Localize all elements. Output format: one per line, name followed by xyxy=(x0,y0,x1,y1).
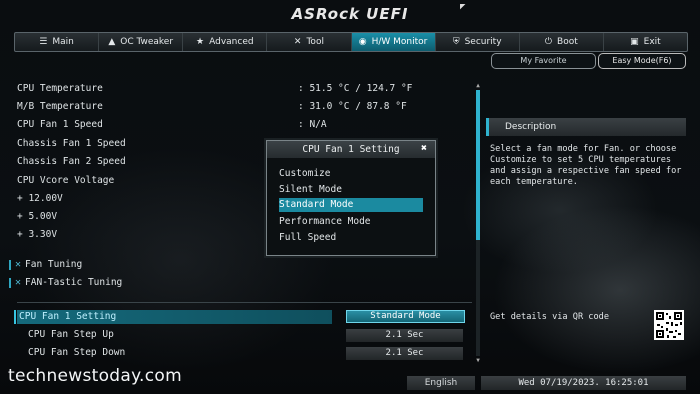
cpu-fan-step-up-label[interactable]: CPU Fan Step Up xyxy=(28,328,114,342)
top-menu-bar: ☰ Main ▲ OC Tweaker ★ Advanced ✕ Tool ◉ … xyxy=(14,32,688,52)
qr-code-icon xyxy=(654,310,684,340)
tab-label: Main xyxy=(52,37,74,47)
tab-hw-monitor[interactable]: ◉ H/W Monitor xyxy=(351,33,436,51)
description-header: Description xyxy=(486,118,686,136)
tab-oc-tweaker[interactable]: ▲ OC Tweaker xyxy=(99,33,184,51)
tab-exit[interactable]: ▣ Exit xyxy=(604,33,687,51)
mb-temperature-label: M/B Temperature xyxy=(17,101,103,112)
popup-title: CPU Fan 1 Setting xyxy=(267,141,435,158)
close-icon[interactable]: ✖ xyxy=(418,143,430,155)
cpu-fan-step-up-value[interactable]: 2.1 Sec xyxy=(346,329,463,342)
tab-boot[interactable]: ⏻ Boot xyxy=(520,33,604,51)
tab-label: Tool xyxy=(306,37,324,47)
fan-tastic-tuning-label: FAN-Tastic Tuning xyxy=(25,277,123,288)
cpu-fan-1-speed-label: CPU Fan 1 Speed xyxy=(17,119,103,130)
voltage-3v3-label: + 3.30V xyxy=(17,229,58,240)
scrollbar[interactable]: ▲ ▼ xyxy=(474,82,482,364)
datetime-display: Wed 07/19/2023. 16:25:01 xyxy=(481,376,686,390)
easy-mode-button[interactable]: Easy Mode(F6) xyxy=(598,53,686,69)
cpu-temperature-value: : 51.5 °C / 124.7 °F xyxy=(298,83,413,94)
fan-setting-popup: CPU Fan 1 Setting ✖ Customize Silent Mod… xyxy=(266,140,436,256)
star-icon: ★ xyxy=(196,37,205,47)
shield-icon: ⛨ xyxy=(452,37,460,47)
chassis-fan-1-speed-label: Chassis Fan 1 Speed xyxy=(17,138,126,149)
tools-icon: ✕ xyxy=(293,37,302,47)
tab-label: Boot xyxy=(557,37,578,47)
list-icon: ☰ xyxy=(39,37,48,47)
option-performance-mode[interactable]: Performance Mode xyxy=(279,215,423,229)
section-divider xyxy=(17,302,472,303)
wrench-icon: ✕ xyxy=(15,259,22,270)
scroll-up-arrow-icon[interactable]: ▲ xyxy=(474,82,482,89)
monitor-icon: ◉ xyxy=(358,37,367,47)
tab-label: Advanced xyxy=(209,37,254,47)
language-button[interactable]: English xyxy=(407,376,475,390)
cpu-fan-1-speed-value: : N/A xyxy=(298,119,327,130)
fan-tastic-tuning-item[interactable]: ✕ FAN-Tastic Tuning xyxy=(9,276,122,290)
option-standard-mode[interactable]: Standard Mode xyxy=(279,198,423,212)
watermark-text: technewstoday.com xyxy=(8,366,182,386)
tab-tool[interactable]: ✕ Tool xyxy=(267,33,352,51)
tab-advanced[interactable]: ★ Advanced xyxy=(183,33,268,51)
qr-code-label: Get details via QR code xyxy=(490,312,609,322)
cpu-vcore-voltage-label: CPU Vcore Voltage xyxy=(17,175,115,186)
scroll-thumb[interactable] xyxy=(476,90,480,240)
tab-label: Security xyxy=(464,37,502,47)
cpu-fan-step-down-label[interactable]: CPU Fan Step Down xyxy=(28,346,125,360)
option-customize[interactable]: Customize xyxy=(279,167,423,181)
tab-label: Exit xyxy=(643,37,661,47)
item-marker xyxy=(9,260,11,270)
tab-label: H/W Monitor xyxy=(371,37,428,47)
mouse-cursor-icon: ◤ xyxy=(460,2,466,12)
voltage-12v-label: + 12.00V xyxy=(17,193,63,204)
cpu-temperature-label: CPU Temperature xyxy=(17,83,103,94)
rocket-icon: ▲ xyxy=(108,37,116,47)
power-icon: ⏻ xyxy=(544,37,553,47)
voltage-5v-label: + 5.00V xyxy=(17,211,58,222)
option-silent-mode[interactable]: Silent Mode xyxy=(279,183,423,197)
my-favorite-button[interactable]: My Favorite xyxy=(491,53,596,69)
tab-label: OC Tweaker xyxy=(120,37,174,47)
fan-tuning-item[interactable]: ✕ Fan Tuning xyxy=(9,258,82,272)
selection-marker xyxy=(14,310,16,324)
cpu-fan-step-down-value[interactable]: 2.1 Sec xyxy=(346,347,463,360)
tab-security[interactable]: ⛨ Security xyxy=(436,33,520,51)
scroll-down-arrow-icon[interactable]: ▼ xyxy=(474,357,482,364)
item-marker xyxy=(9,278,11,288)
cpu-fan-1-setting-value[interactable]: Standard Mode xyxy=(346,310,465,323)
fan-tuning-label: Fan Tuning xyxy=(25,259,83,270)
exit-icon: ▣ xyxy=(630,37,639,47)
mb-temperature-value: : 31.0 °C / 87.8 °F xyxy=(298,101,407,112)
option-full-speed[interactable]: Full Speed xyxy=(279,231,423,245)
tab-main[interactable]: ☰ Main xyxy=(15,33,100,51)
description-text: Select a fan mode for Fan. or choose Cus… xyxy=(490,144,682,187)
wrench-icon: ✕ xyxy=(15,277,22,288)
brand-title: ASRock UEFI xyxy=(291,5,409,23)
chassis-fan-2-speed-label: Chassis Fan 2 Speed xyxy=(17,156,126,167)
cpu-fan-1-setting-row[interactable]: CPU Fan 1 Setting xyxy=(17,310,332,324)
